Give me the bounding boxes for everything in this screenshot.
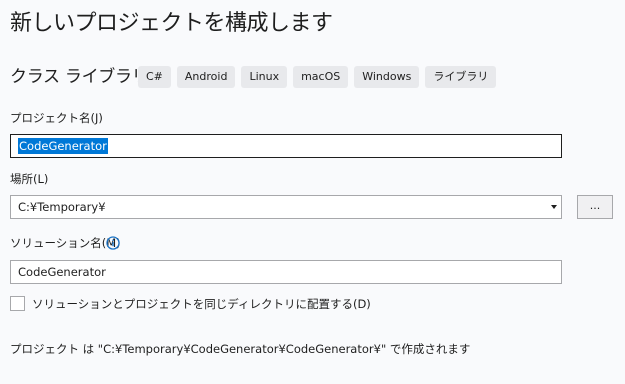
tag-csharp: C# [138, 66, 171, 88]
tag-windows: Windows [354, 66, 420, 88]
same-directory-checkbox[interactable] [10, 296, 25, 311]
tag-android: Android [176, 66, 236, 88]
project-name-value: CodeGenerator [18, 138, 108, 154]
template-name: クラス ライブラリ [10, 67, 149, 87]
dropdown-arrow-icon[interactable] [551, 205, 557, 209]
solution-name-label: ソリューション名(M) [10, 236, 121, 250]
browse-button[interactable]: ... [577, 195, 613, 219]
tag-linux: Linux [241, 66, 288, 88]
location-combobox[interactable]: C:¥Temporary¥ [10, 195, 562, 219]
location-label: 場所(L) [10, 172, 49, 186]
project-name-label: プロジェクト名(J) [10, 111, 103, 125]
project-path-summary: プロジェクト は "C:¥Temporary¥CodeGenerator¥Cod… [10, 342, 471, 356]
solution-name-input[interactable]: CodeGenerator [10, 260, 562, 284]
tag-macos: macOS [293, 66, 349, 88]
info-icon[interactable] [106, 236, 120, 250]
template-tags: C# Android Linux macOS Windows ライブラリ [138, 66, 497, 88]
location-value: C:¥Temporary¥ [18, 200, 106, 214]
project-name-input[interactable]: CodeGenerator [10, 134, 562, 158]
solution-name-value: CodeGenerator [18, 265, 106, 279]
tag-library: ライブラリ [425, 66, 497, 88]
same-directory-label[interactable]: ソリューションとプロジェクトを同じディレクトリに配置する(D) [32, 296, 371, 312]
page-title: 新しいプロジェクトを構成します [10, 11, 333, 36]
